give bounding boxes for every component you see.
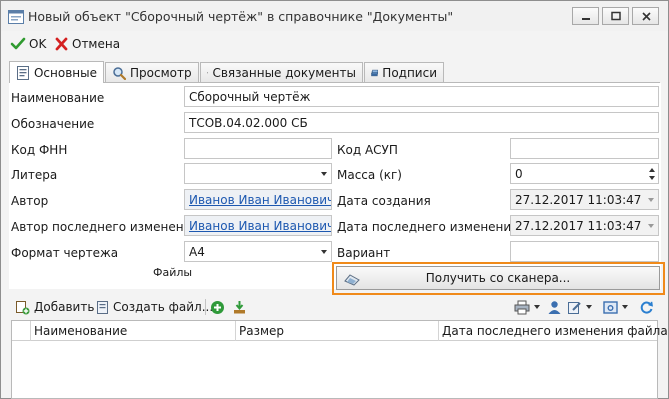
refresh-button[interactable] — [639, 298, 654, 316]
linked-documents-icon — [207, 71, 209, 74]
modified-label: Дата последнего изменения — [337, 220, 519, 234]
scanner-icon — [344, 274, 360, 286]
tab-linked-documents-label: Связанные документы — [212, 65, 356, 80]
ok-label: OK — [29, 37, 47, 51]
minimize-button[interactable] — [572, 7, 599, 25]
created-date-field: 27.12.2017 11:03:47 — [510, 189, 659, 210]
add-file-icon — [16, 300, 30, 314]
ok-button[interactable]: OK — [10, 34, 46, 54]
edit-button[interactable] — [567, 298, 592, 316]
add-file-button[interactable]: Добавить — [15, 298, 94, 316]
chevron-down-icon[interactable] — [622, 305, 628, 309]
mass-value: 0 — [515, 167, 523, 181]
cancel-label: Отмена — [72, 37, 121, 51]
fnn-code-input[interactable] — [184, 138, 332, 159]
checkmark-icon — [10, 37, 26, 50]
author-link[interactable]: Иванов Иван Иванович — [184, 189, 332, 210]
spin-up-icon[interactable] — [649, 168, 655, 172]
create-file-label: Создать файл... — [113, 300, 214, 314]
plus-circle-icon — [211, 300, 224, 314]
download-arrow-icon — [234, 300, 245, 313]
chevron-down-icon[interactable] — [534, 305, 540, 309]
minimize-icon — [582, 18, 590, 20]
column-header-modified[interactable]: Дата последнего изменения файла — [438, 321, 668, 341]
dialog-window: Новый объект "Сборочный чертёж" в справо… — [0, 0, 669, 399]
window-title: Новый объект "Сборочный чертёж" в справо… — [28, 9, 454, 24]
tab-signatures[interactable]: Подписи — [364, 62, 444, 82]
tab-strip: Основные Просмотр Связанные документы По… — [9, 61, 659, 83]
scan-button[interactable]: Получить со сканера... — [336, 266, 660, 290]
litera-select[interactable] — [184, 163, 332, 184]
document-list-icon — [16, 65, 29, 80]
title-bar: Новый объект "Сборочный чертёж" в справо… — [1, 1, 668, 31]
spin-down-icon[interactable] — [649, 176, 655, 180]
last-modifier-link[interactable]: Иванов Иван Иванович — [184, 215, 332, 236]
refresh-icon — [640, 301, 653, 313]
asup-code-input[interactable] — [510, 138, 659, 159]
tab-linked-documents[interactable]: Связанные документы — [200, 62, 363, 82]
download-button[interactable] — [232, 298, 247, 316]
cancel-button[interactable]: Отмена — [54, 34, 120, 54]
modified-date-field: 27.12.2017 11:03:47 — [510, 215, 659, 236]
drawing-format-select[interactable]: А4 — [184, 241, 332, 262]
chevron-down-icon — [648, 224, 654, 228]
view-window-icon — [603, 300, 618, 314]
create-file-button[interactable]: Создать файл... — [96, 298, 213, 316]
files-table[interactable]: Наименование Размер Дата последнего изме… — [11, 320, 668, 399]
mass-spinner[interactable]: 0 — [510, 163, 659, 184]
tab-signatures-label: Подписи — [382, 65, 437, 80]
drawing-format-value: А4 — [189, 245, 205, 259]
designation-input[interactable]: ТСОВ.04.02.000 СБ — [184, 112, 659, 133]
mass-label: Масса (кг) — [337, 168, 402, 182]
chevron-down-icon — [648, 198, 654, 202]
column-header-size[interactable]: Размер — [235, 321, 438, 341]
user-icon — [548, 300, 561, 314]
maximize-button[interactable] — [602, 7, 629, 25]
signatures-stack-icon — [371, 69, 379, 76]
tab-main[interactable]: Основные — [9, 61, 104, 83]
files-table-header: Наименование Размер Дата последнего изме… — [12, 321, 668, 341]
name-label: Наименование — [11, 91, 105, 105]
create-file-icon — [97, 300, 108, 314]
column-header-name[interactable]: Наименование — [30, 321, 235, 341]
close-icon — [642, 12, 651, 21]
created-label: Дата создания — [337, 194, 431, 208]
tab-preview-label: Просмотр — [130, 65, 192, 80]
variant-input[interactable] — [510, 241, 659, 262]
chevron-down-icon[interactable] — [321, 172, 327, 176]
asup-code-label: Код АСУП — [337, 143, 398, 157]
add-file-label: Добавить — [34, 300, 95, 314]
cancel-x-icon — [55, 37, 68, 51]
tab-preview[interactable]: Просмотр — [105, 62, 199, 82]
user-button[interactable] — [547, 298, 562, 316]
main-toolbar: OK Отмена — [1, 33, 668, 55]
name-input[interactable]: Сборочный чертёж — [184, 86, 659, 107]
chevron-down-icon[interactable] — [321, 250, 327, 254]
litera-label: Литера — [11, 168, 58, 182]
print-button[interactable] — [514, 298, 540, 316]
maximize-icon — [611, 11, 621, 21]
files-toolbar: Добавить Создать файл... — [9, 295, 660, 319]
created-value: 27.12.2017 11:03:47 — [515, 193, 642, 207]
files-label: Файлы — [153, 266, 193, 279]
toolbar-separator — [205, 299, 206, 315]
view-button[interactable] — [603, 298, 628, 316]
scan-button-label: Получить со сканера... — [425, 271, 571, 285]
tab-main-label: Основные — [33, 65, 97, 80]
chevron-down-icon[interactable] — [586, 305, 592, 309]
app-icon — [8, 10, 24, 24]
drawing-format-label: Формат чертежа — [11, 246, 119, 260]
add-circle-button[interactable] — [210, 298, 225, 316]
modified-value: 27.12.2017 11:03:47 — [515, 219, 642, 233]
printer-icon — [514, 300, 530, 314]
last-modifier-label: Автор последнего изменения — [11, 220, 199, 234]
fnn-code-label: Код ФНН — [11, 143, 68, 157]
author-label: Автор — [11, 194, 49, 208]
variant-label: Вариант — [337, 246, 391, 260]
magnifier-icon — [113, 66, 126, 80]
edit-document-icon — [568, 301, 581, 314]
close-button[interactable] — [632, 7, 659, 25]
designation-label: Обозначение — [11, 117, 95, 131]
